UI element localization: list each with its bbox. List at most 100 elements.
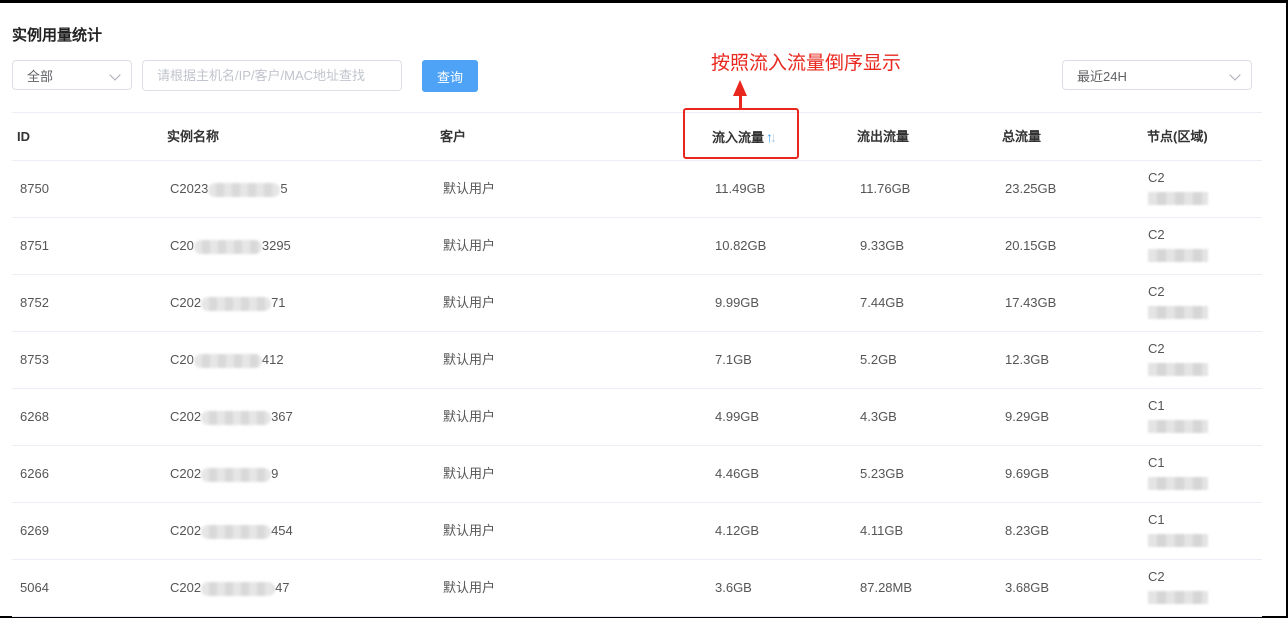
redacted-blur [201, 467, 272, 482]
cell-node: C1 [1148, 455, 1208, 490]
query-button[interactable]: 查询 [422, 60, 478, 92]
cell-total: 17.43GB [1005, 295, 1057, 310]
cell-outbound: 9.33GB [860, 238, 905, 253]
instance-name-suffix: 3295 [261, 238, 291, 253]
cell-customer: 默认用户 [443, 409, 496, 424]
redacted-blur [201, 524, 272, 539]
page-title: 实例用量统计 [12, 27, 103, 44]
chevron-down-icon [1229, 69, 1241, 81]
cell-outbound: 87.28MB [860, 580, 913, 595]
table-row[interactable]: 8753 C20 412 默认用户 7.1GB 5.2GB 12.3GB C2 [12, 332, 1262, 389]
col-header-customer: 客户 [440, 129, 467, 144]
instance-name-prefix: C202 [170, 409, 202, 424]
col-header-name: 实例名称 [167, 129, 220, 144]
search-input[interactable] [142, 60, 402, 91]
cell-inbound: 7.1GB [715, 352, 752, 367]
cell-inbound: 4.46GB [715, 466, 760, 481]
col-header-total: 总流量 [1002, 129, 1042, 144]
cell-customer: 默认用户 [443, 295, 496, 310]
table-row[interactable]: 6269 C202 454 默认用户 4.12GB 4.11GB 8.23GB C1 [12, 503, 1262, 560]
cell-inbound: 4.12GB [715, 523, 760, 538]
cell-id: 8750 [20, 181, 49, 196]
redacted-blur [1148, 192, 1208, 205]
cell-total: 12.3GB [1005, 352, 1050, 367]
table-row[interactable]: 8750 C2023 5 默认用户 11.49GB 11.76GB 23.25GB C2 [12, 161, 1262, 218]
redacted-blur [1148, 306, 1208, 319]
node-label: C2 [1148, 569, 1165, 584]
cell-instance-name: C202 9 [170, 446, 278, 502]
cell-id: 6268 [20, 409, 49, 424]
cell-customer: 默认用户 [443, 352, 496, 367]
cell-node: C2 [1148, 170, 1208, 205]
cell-customer: 默认用户 [443, 580, 496, 595]
cell-id: 6269 [20, 523, 49, 538]
cell-outbound: 5.23GB [860, 466, 905, 481]
redacted-blur [1148, 249, 1208, 262]
instance-name-prefix: C202 [170, 466, 202, 481]
node-label: C2 [1148, 284, 1165, 299]
scope-select-value: 全部 [27, 68, 54, 84]
cell-inbound: 10.82GB [715, 238, 767, 253]
scope-select[interactable]: 全部 [12, 60, 132, 90]
cell-node: C2 [1148, 227, 1208, 262]
instance-name-suffix: 454 [271, 523, 293, 538]
instance-name-prefix: C202 [170, 580, 202, 595]
table-row[interactable]: 8752 C202 71 默认用户 9.99GB 7.44GB 17.43GB C2 [12, 275, 1262, 332]
cell-id: 8753 [20, 352, 49, 367]
redacted-blur [1148, 534, 1208, 547]
table-row[interactable]: 5064 C202 47 默认用户 3.6GB 87.28MB 3.68GB C2 [12, 560, 1262, 617]
cell-inbound: 9.99GB [715, 295, 760, 310]
redacted-blur [201, 296, 272, 311]
cell-instance-name: C20 412 [170, 332, 284, 388]
cell-total: 3.68GB [1005, 580, 1050, 595]
cell-node: C2 [1148, 284, 1208, 319]
node-label: C1 [1148, 398, 1165, 413]
cell-total: 9.69GB [1005, 466, 1050, 481]
cell-id: 8752 [20, 295, 49, 310]
table-row[interactable]: 8751 C20 3295 默认用户 10.82GB 9.33GB 20.15GB C2 [12, 218, 1262, 275]
redacted-blur [193, 353, 262, 368]
node-label: C1 [1148, 512, 1165, 527]
table-header: ID 实例名称 客户 流入流量 ↑↓ 流出流量 总流量 节点(区域) [12, 112, 1262, 161]
cell-inbound: 3.6GB [715, 580, 752, 595]
chevron-down-icon [109, 69, 121, 81]
cell-outbound: 4.11GB [860, 523, 904, 538]
instance-name-suffix: 5 [280, 181, 288, 196]
annotation-arrow-shaft [739, 93, 742, 109]
redacted-blur [1148, 477, 1208, 490]
table-row[interactable]: 6268 C202 367 默认用户 4.99GB 4.3GB 9.29GB C1 [12, 389, 1262, 446]
time-range-select[interactable]: 最近24H [1062, 60, 1252, 90]
instance-name-prefix: C2023 [170, 181, 209, 196]
annotation-highlight-box [683, 108, 799, 159]
instance-name-prefix: C202 [170, 523, 202, 538]
cell-instance-name: C202 454 [170, 503, 293, 559]
node-label: C2 [1148, 170, 1165, 185]
instance-name-suffix: 47 [275, 580, 290, 595]
cell-instance-name: C20 3295 [170, 218, 291, 274]
cell-customer: 默认用户 [443, 466, 496, 481]
instance-name-prefix: C20 [170, 352, 194, 367]
cell-outbound: 11.76GB [860, 181, 911, 196]
redacted-blur [1148, 591, 1208, 604]
cell-total: 8.23GB [1005, 523, 1050, 538]
col-header-node: 节点(区域) [1147, 129, 1208, 144]
redacted-blur [1148, 420, 1208, 433]
cell-outbound: 5.2GB [860, 352, 897, 367]
cell-node: C2 [1148, 569, 1208, 604]
cell-id: 8751 [20, 238, 49, 253]
table-body: 8750 C2023 5 默认用户 11.49GB 11.76GB 23.25GB C2 875… [12, 161, 1262, 617]
annotation-text: 按照流入流量倒序显示 [711, 53, 902, 74]
cell-node: C1 [1148, 512, 1208, 547]
instance-name-suffix: 367 [271, 409, 293, 424]
cell-id: 5064 [20, 580, 49, 595]
table-row[interactable]: 6266 C202 9 默认用户 4.46GB 5.23GB 9.69GB C1 [12, 446, 1262, 503]
redacted-blur [1148, 363, 1208, 376]
node-label: C2 [1148, 341, 1165, 356]
redacted-blur [201, 581, 276, 596]
cell-total: 23.25GB [1005, 181, 1057, 196]
col-header-outbound: 流出流量 [857, 129, 910, 144]
instance-name-prefix: C202 [170, 295, 202, 310]
instance-name-suffix: 412 [261, 352, 284, 367]
cell-instance-name: C202 47 [170, 560, 290, 616]
cell-node: C2 [1148, 341, 1208, 376]
